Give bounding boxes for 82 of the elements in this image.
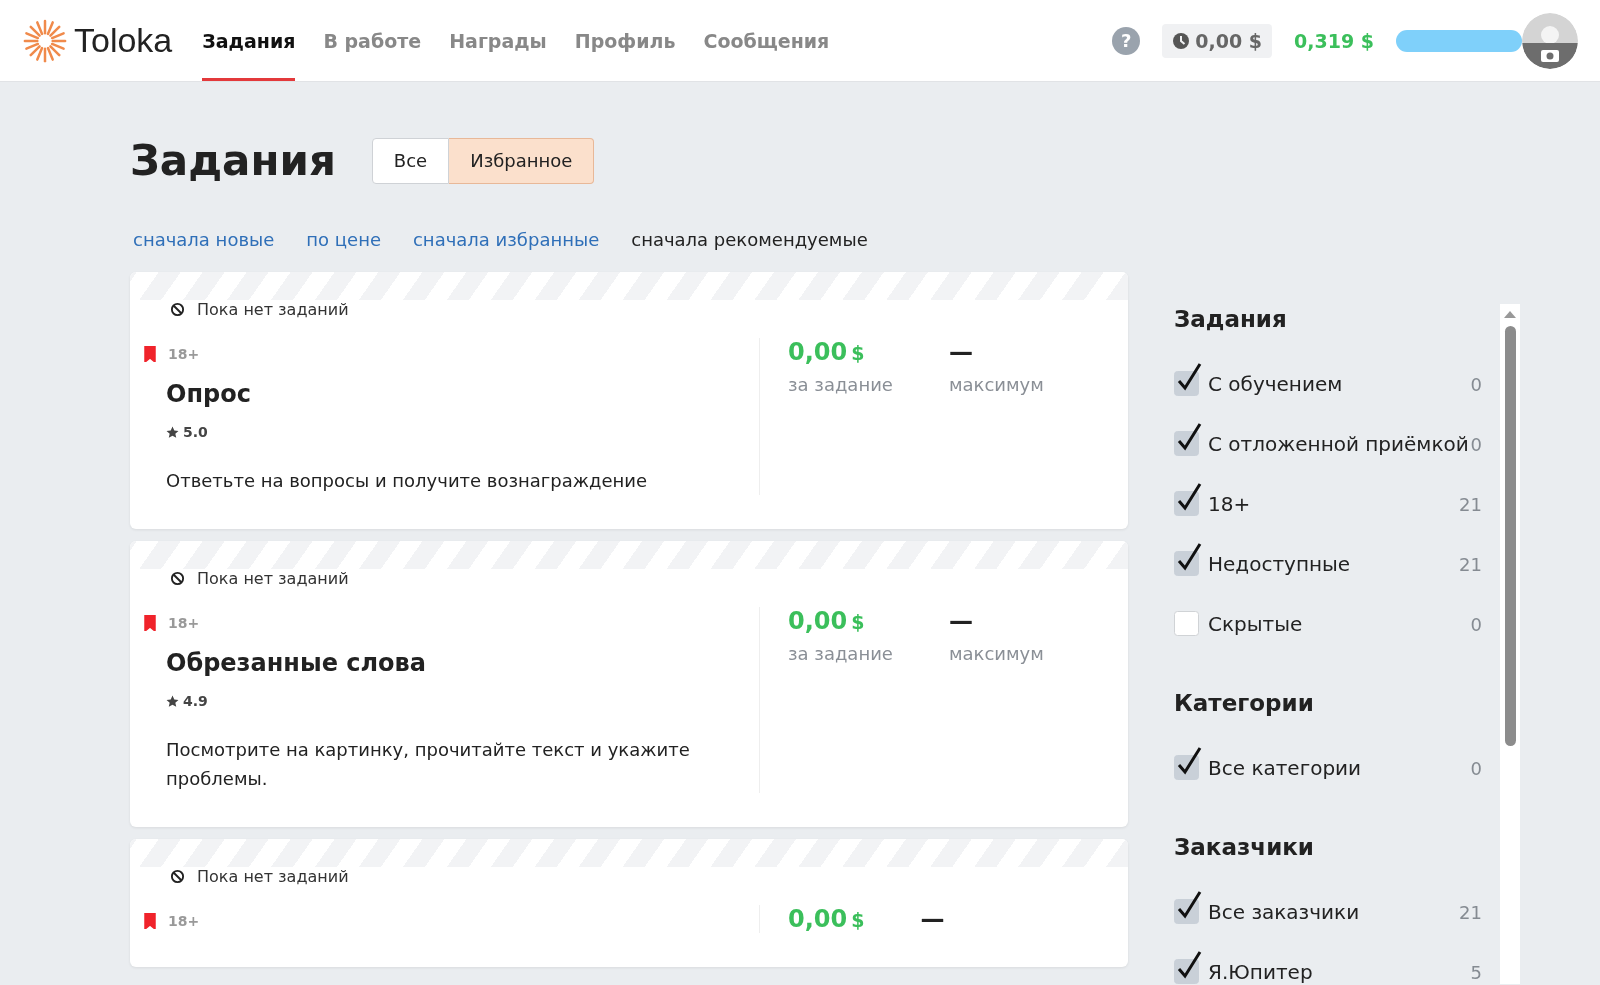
task-card[interactable]: Пока нет заданий 18+ 0,00 $ —	[130, 839, 1128, 967]
sort-link[interactable]: сначала избранные	[412, 229, 600, 250]
sort-link[interactable]: по цене	[306, 229, 381, 250]
filter-toggle[interactable]: Избранное	[449, 137, 595, 184]
max-label: максимум	[948, 643, 1044, 664]
filter-count: 0	[1470, 373, 1482, 395]
task-card[interactable]: Пока нет заданий 18+ Опрос 5.0 Ответьте на вопросы и получите вознаграждение 0,00 $ за задание — максимум	[130, 272, 1128, 529]
filter-label[interactable]: Недоступные	[1208, 552, 1460, 576]
checkbox[interactable]	[1174, 890, 1202, 924]
sort-link[interactable]: сначала рекомендуемые	[631, 229, 868, 250]
filter-group-title: Заказчики	[1174, 834, 1315, 860]
price-value: 0,00	[788, 338, 848, 366]
bookmark-icon[interactable]	[144, 615, 156, 631]
task-title[interactable]: Опрос	[166, 380, 719, 408]
filter-group-title: Задания	[1174, 306, 1288, 332]
sun-logo-icon	[22, 17, 68, 64]
blocked-icon	[170, 570, 185, 586]
task-title[interactable]: Обрезанные слова	[166, 649, 719, 677]
pending-amount: 0,00 $	[1195, 29, 1263, 52]
filter-toggle[interactable]: Все	[371, 137, 450, 184]
max-label: максимум	[948, 374, 1044, 395]
price-value: 0,00	[788, 905, 848, 933]
currency-sign: $	[851, 342, 865, 364]
filter-label[interactable]: С обучением	[1208, 372, 1471, 396]
status-text: Пока нет заданий	[197, 866, 349, 886]
filter-count: 21	[1459, 901, 1482, 923]
star-icon	[166, 694, 179, 708]
age-label: 18+	[168, 913, 200, 929]
clock-icon	[1172, 31, 1191, 50]
status-text: Пока нет заданий	[197, 568, 349, 588]
checkbox[interactable]	[1174, 542, 1202, 576]
filter-count: 0	[1470, 757, 1482, 779]
sort-link[interactable]: сначала новые	[133, 229, 275, 250]
filter-count: 21	[1459, 493, 1482, 515]
checkbox[interactable]	[1174, 482, 1202, 516]
rating-value: 5.0	[183, 424, 208, 440]
logo-text[interactable]: Toloka	[74, 21, 173, 60]
filter-group-title: Категории	[1174, 690, 1315, 716]
star-icon	[166, 425, 179, 439]
currency-sign: $	[851, 611, 865, 633]
nav-tab[interactable]: Сообщения	[703, 0, 830, 81]
checkbox[interactable]	[1174, 950, 1202, 984]
nav-tab[interactable]: Профиль	[574, 0, 676, 81]
status-text: Пока нет заданий	[197, 299, 349, 319]
rating-value: 4.9	[183, 693, 208, 709]
task-description: Посмотрите на картинку, прочитайте текст и укажите проблемы.	[166, 738, 691, 791]
filter-label[interactable]: 18+	[1208, 492, 1460, 516]
filter-label[interactable]: Я.Юпитер	[1208, 960, 1471, 984]
filter-label[interactable]: Скрытые	[1208, 612, 1471, 636]
max-value: —	[948, 607, 974, 635]
checkbox[interactable]	[1174, 362, 1202, 396]
price-label: за задание	[788, 374, 893, 395]
filter-count: 21	[1459, 553, 1482, 575]
blocked-icon	[170, 301, 185, 317]
bookmark-icon[interactable]	[144, 346, 156, 362]
filter-label[interactable]: Все заказчики	[1208, 900, 1460, 924]
blocked-icon	[170, 868, 185, 884]
scroll-thumb[interactable]	[1504, 326, 1516, 746]
checkbox[interactable]	[1174, 422, 1202, 456]
scroll-up-icon[interactable]	[1504, 310, 1516, 318]
age-label: 18+	[168, 346, 200, 362]
nav-tab[interactable]: Задания	[202, 0, 296, 81]
age-label: 18+	[168, 615, 200, 631]
filter-count: 5	[1470, 961, 1482, 983]
task-card[interactable]: Пока нет заданий 18+ Обрезанные слова 4.9 Посмотрите на картинку, прочитайте текст и укажите проблемы. 0,00 $ за задание — максимум	[130, 541, 1128, 827]
price-value: 0,00	[788, 607, 848, 635]
filter-count: 0	[1470, 613, 1482, 635]
page-title: Задания	[130, 136, 336, 185]
filter-count: 0	[1470, 433, 1482, 455]
max-value: —	[920, 905, 945, 933]
max-value: —	[948, 338, 974, 366]
nav-tab[interactable]: В работе	[323, 0, 422, 81]
currency-sign: $	[851, 909, 865, 931]
task-description: Ответьте на вопросы и получите вознаграждение	[166, 469, 649, 493]
bookmark-icon[interactable]	[144, 913, 156, 929]
checkbox[interactable]	[1174, 746, 1202, 780]
filter-label[interactable]: Все категории	[1208, 756, 1471, 780]
price-label: за задание	[788, 643, 893, 664]
filter-label[interactable]: С отложенной приёмкой	[1208, 432, 1471, 456]
nav-tab[interactable]: Награды	[449, 0, 547, 81]
scrollbar[interactable]	[1500, 304, 1520, 984]
pending-balance[interactable]: 0,00 $	[1162, 23, 1273, 58]
